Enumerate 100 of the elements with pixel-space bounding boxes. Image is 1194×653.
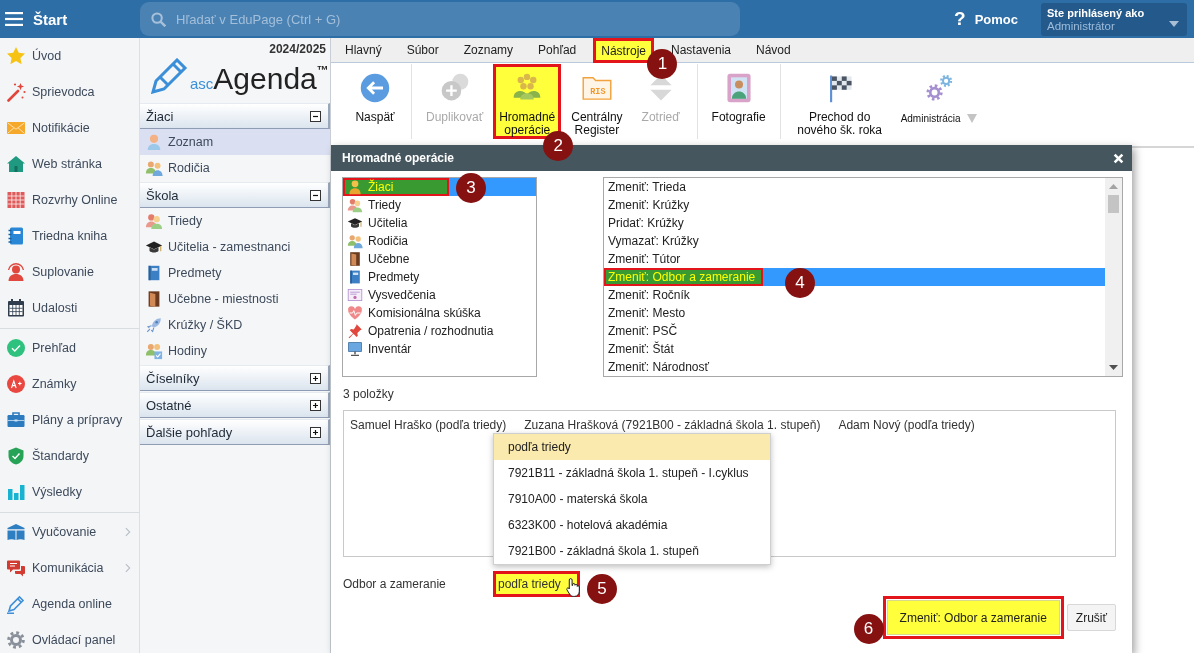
dropdown-button[interactable]: Administrácia: [894, 72, 983, 139]
dropdown-option[interactable]: 7910A00 - materská škola: [494, 486, 770, 512]
list-item[interactable]: Zmeniť: Trieda: [604, 178, 694, 196]
nav-item[interactable]: Známky: [0, 366, 139, 402]
list-item[interactable]: Učebne: [343, 250, 418, 268]
nav-item[interactable]: Udalosti: [0, 290, 139, 326]
people-icon: [145, 212, 163, 230]
user-role: Administrátor: [1047, 19, 1115, 32]
nav-item[interactable]: Agenda online: [0, 586, 139, 622]
nav-item[interactable]: Komunikácia: [0, 550, 139, 586]
nav-item[interactable]: Triedna kniha: [0, 218, 139, 254]
nav-item[interactable]: Prehľad: [0, 330, 139, 366]
rocket-icon: [145, 316, 163, 334]
list-item[interactable]: Opatrenia / rozhodnutia: [343, 322, 502, 340]
help-button[interactable]: ? Pomoc: [954, 8, 1018, 30]
menu-icon[interactable]: [5, 12, 23, 26]
dropdown-option[interactable]: podľa triedy: [494, 434, 770, 460]
list-item[interactable]: Pridať: Krúžky: [604, 214, 692, 232]
home-link[interactable]: Štart: [33, 10, 68, 28]
scroll-down-icon[interactable]: [1109, 365, 1118, 370]
nav-item[interactable]: Úvod: [0, 38, 139, 74]
nav-item[interactable]: Rodičia: [140, 155, 330, 181]
nav-item[interactable]: Plány a prípravy: [0, 402, 139, 438]
menu-tab[interactable]: Návod: [756, 38, 791, 62]
nav-item[interactable]: Web stránka: [0, 146, 139, 182]
nav-item[interactable]: Štandardy: [0, 438, 139, 474]
nav-item[interactable]: Suplovanie: [0, 254, 139, 290]
certificate-icon: [347, 287, 363, 303]
list-item[interactable]: Zmeniť: Krúžky: [604, 196, 698, 214]
dropdown-option[interactable]: 7921B11 - základná škola 1. stupeň - I.cyklus: [494, 460, 770, 486]
briefcase-icon: [6, 410, 26, 430]
list-item[interactable]: Komisionálna skúška: [343, 304, 489, 322]
computer-icon: [347, 341, 363, 357]
hand-cursor-icon: [566, 577, 581, 598]
chevron-right-icon: [125, 527, 131, 537]
nav-item[interactable]: Predmety: [140, 260, 330, 286]
section-header[interactable]: Ďalšie pohľady: [140, 419, 330, 445]
list-item[interactable]: Zmeniť: Ročník: [604, 286, 698, 304]
close-icon[interactable]: [1113, 152, 1124, 164]
nav-item[interactable]: Sprievodca: [0, 74, 139, 110]
list-item[interactable]: Zmeniť: PSČ: [604, 322, 686, 340]
nav-item[interactable]: Triedy: [140, 208, 330, 234]
list-item[interactable]: Učitelia: [343, 214, 416, 232]
section-header[interactable]: Ostatné: [140, 392, 330, 418]
dropdown-option[interactable]: 6323K00 - hotelová akadémia: [494, 512, 770, 538]
scrollbar[interactable]: [1105, 178, 1122, 376]
section-header[interactable]: Škola: [140, 182, 330, 208]
menu-tab[interactable]: Zoznamy: [463, 38, 514, 62]
search-field[interactable]: Hľadať v EduPage (Ctrl + G): [140, 2, 740, 36]
field-label: Odbor a zameranie: [343, 577, 446, 591]
section-header[interactable]: Žiaci: [140, 103, 330, 129]
dialog-button[interactable]: Zrušiť: [1066, 604, 1116, 631]
select-field[interactable]: podľa triedy: [493, 571, 580, 597]
list-item[interactable]: Vysvedčenia: [343, 286, 444, 304]
collapse-icon[interactable]: [310, 189, 321, 201]
nav-item[interactable]: Výsledky: [0, 474, 139, 510]
selected-item: Samuel Hraško (podľa triedy): [350, 418, 507, 432]
expand-icon[interactable]: [310, 372, 321, 384]
list-item[interactable]: Vymazať: Krúžky: [604, 232, 707, 250]
menu-tab[interactable]: Pohľad: [538, 38, 577, 62]
nav-item[interactable]: Vyučovanie: [0, 514, 139, 550]
nav-item[interactable]: Hodiny: [140, 338, 330, 364]
list-item[interactable]: Zmeniť: Národnosť: [604, 358, 718, 376]
pencil-icon: [6, 594, 26, 614]
list-item[interactable]: Rodičia: [343, 232, 417, 250]
door-icon: [347, 251, 363, 267]
people-icon: [347, 233, 363, 249]
dialog-button[interactable]: Zmeniť: Odbor a zameranie: [882, 596, 1064, 639]
expand-icon[interactable]: [310, 399, 321, 411]
toolbar-button[interactable]: Hromadné operácie: [493, 64, 562, 139]
nav-item[interactable]: Krúžky / ŠKD: [140, 312, 330, 338]
menu-tab[interactable]: Nástroje: [593, 38, 654, 63]
nav-item[interactable]: Notifikácie: [0, 110, 139, 146]
nav-item[interactable]: Učitelia - zamestnanci: [140, 234, 330, 260]
collapse-icon[interactable]: [310, 110, 321, 122]
toolbar-button[interactable]: Prechod do nového šk. roka: [788, 72, 891, 139]
question-mark-icon: ?: [954, 8, 966, 30]
dropdown-option[interactable]: 7921B00 - základná škola 1. stupeň: [494, 538, 770, 564]
list-item[interactable]: Zmeniť: Tútor: [604, 250, 689, 268]
list-item[interactable]: Zmeniť: Mesto: [604, 304, 694, 322]
shield-check-icon: [6, 446, 26, 466]
nav-item[interactable]: Ovládací panel: [0, 622, 139, 653]
toolbar-button[interactable]: Fotografie: [705, 72, 772, 139]
list-item[interactable]: Predmety: [343, 268, 428, 286]
nav-item[interactable]: Učebne - miestnosti: [140, 286, 330, 312]
pencil-logo-icon: [150, 58, 190, 94]
menu-tab[interactable]: Súbor: [406, 38, 439, 62]
nav-item[interactable]: Rozvrhy Online: [0, 182, 139, 218]
step-callout: 3: [456, 173, 486, 203]
expand-icon[interactable]: [310, 426, 321, 438]
toolbar-button[interactable]: Naspäť: [347, 72, 403, 139]
scroll-thumb[interactable]: [1108, 195, 1119, 213]
heart-pulse-icon: [347, 305, 363, 321]
list-item[interactable]: Triedy: [343, 196, 409, 214]
nav-item[interactable]: Zoznam: [140, 129, 330, 155]
list-item[interactable]: Inventár: [343, 340, 420, 358]
account-menu[interactable]: Ste prihlásený ako Administrátor: [1041, 2, 1187, 36]
section-header[interactable]: Číselníky: [140, 365, 330, 391]
menu-tab[interactable]: Hlavný: [345, 38, 382, 62]
list-item[interactable]: Zmeniť: Štát: [604, 340, 682, 358]
